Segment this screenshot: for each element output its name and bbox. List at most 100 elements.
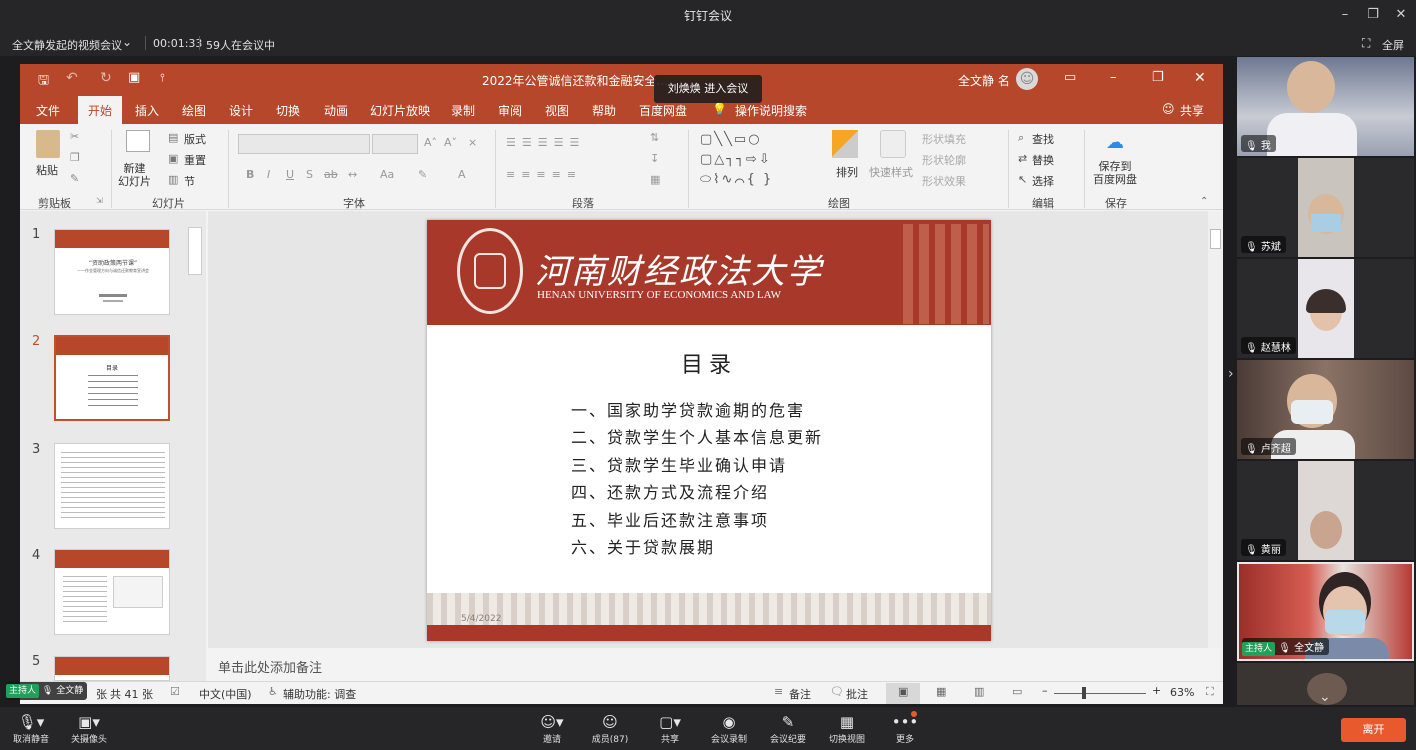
zoom-slider[interactable] xyxy=(1054,693,1146,694)
shape-fill-button[interactable]: 形状填充 xyxy=(922,131,966,147)
accessibility-status[interactable]: 辅助功能: 调查 xyxy=(283,686,356,702)
more-button[interactable]: ••• 更多 xyxy=(890,712,920,745)
clear-format-icon[interactable]: ⨯ xyxy=(468,136,477,149)
quick-styles-icon[interactable] xyxy=(880,130,906,158)
align-text-icon[interactable]: ↧ xyxy=(650,152,659,165)
list-icons[interactable]: ☰☰☰☰☰ xyxy=(506,136,585,149)
fullscreen-icon[interactable]: ⛶ xyxy=(1362,36,1370,51)
font-size-select[interactable] xyxy=(372,134,418,154)
shape-effects-button[interactable]: 形状效果 xyxy=(922,173,966,189)
dialog-launcher-icon[interactable]: ⇲ xyxy=(96,196,103,205)
present-icon[interactable]: ▣ xyxy=(128,70,140,85)
tab-record[interactable]: 录制 xyxy=(451,102,475,119)
slide-canvas[interactable]: 河南财经政法大学 HENAN UNIVERSITY OF ECONOMICS A… xyxy=(427,220,991,641)
qat-more-icon[interactable]: ⫯ xyxy=(160,71,165,85)
shape-outline-button[interactable]: 形状轮廓 xyxy=(922,152,966,168)
slide-thumbnail-5[interactable] xyxy=(54,656,170,681)
slide-thumbnail-1[interactable]: “资助政策两节课” ——作金管理方向与诚信还款教育宣讲会 xyxy=(54,229,170,315)
scrollbar-thumb[interactable] xyxy=(1210,229,1221,249)
zoom-level[interactable]: 63% xyxy=(1170,686,1194,699)
collapse-panel-icon[interactable]: › xyxy=(1228,366,1234,382)
video-tile[interactable]: 🎙 赵慧林 xyxy=(1237,259,1414,358)
switch-view-button[interactable]: ▦ 切换视图 xyxy=(824,712,870,745)
slide-thumbnail-2[interactable]: 目录 xyxy=(54,335,170,421)
new-slide-icon[interactable] xyxy=(126,130,150,152)
font-color-icon[interactable]: A xyxy=(458,168,466,181)
leave-button[interactable]: 离开 xyxy=(1341,718,1406,742)
members-button[interactable]: ☺ 成员(87) xyxy=(588,712,632,745)
undo-icon[interactable]: ↶ xyxy=(66,70,78,86)
share-button[interactable]: 共享 xyxy=(1180,102,1204,119)
thumbnail-scrollbar[interactable] xyxy=(188,227,202,275)
record-button[interactable]: ◉ 会议录制 xyxy=(706,712,752,745)
minutes-button[interactable]: ✎ 会议纪要 xyxy=(765,712,811,745)
video-tile[interactable]: 🎙 苏斌 xyxy=(1237,158,1414,257)
zoom-out-icon[interactable]: – xyxy=(1042,684,1048,697)
minimize-icon[interactable]: – xyxy=(1336,6,1354,24)
vertical-scrollbar[interactable] xyxy=(1208,211,1223,648)
underline-icon[interactable]: U xyxy=(286,168,294,181)
close-icon[interactable]: ✕ xyxy=(1194,70,1206,86)
select-button[interactable]: 选择 xyxy=(1032,173,1054,189)
save-icon[interactable]: 🖫 xyxy=(38,71,49,93)
video-tile-active-speaker[interactable]: 主持人 🎙 全文静 xyxy=(1237,562,1414,661)
tab-home[interactable]: 开始 xyxy=(88,102,112,119)
tab-draw[interactable]: 绘图 xyxy=(182,102,206,119)
italic-icon[interactable]: I xyxy=(267,168,270,181)
save-to-baidu-button[interactable]: 保存到 百度网盘 xyxy=(1093,160,1137,186)
reading-view-icon[interactable]: ▥ xyxy=(974,685,984,698)
meeting-name[interactable]: 全文静发起的视频会议 xyxy=(12,37,122,53)
copy-icon[interactable]: ❐ xyxy=(70,151,80,164)
minimize-icon[interactable]: – xyxy=(1110,70,1117,85)
invite-button[interactable]: ☺▾ 邀请 xyxy=(534,712,570,745)
align-icons[interactable]: ≡≡≡≡≡ xyxy=(506,168,582,181)
font-family-select[interactable] xyxy=(238,134,370,154)
text-direction-icon[interactable]: ⇅ xyxy=(650,131,659,144)
slide-sorter-icon[interactable]: ▦ xyxy=(936,685,946,698)
new-slide-button[interactable]: 新建 幻灯片 xyxy=(118,162,151,188)
tab-design[interactable]: 设计 xyxy=(229,102,253,119)
tab-view[interactable]: 视图 xyxy=(545,102,569,119)
ppt-user-name[interactable]: 全文静 名 xyxy=(958,72,1010,89)
ribbon-display-icon[interactable]: ▭ xyxy=(1064,70,1076,85)
format-painter-icon[interactable]: ✎ xyxy=(70,172,79,185)
close-icon[interactable]: ✕ xyxy=(1392,6,1410,24)
cut-icon[interactable]: ✂ xyxy=(70,130,79,143)
restore-icon[interactable]: ❐ xyxy=(1152,70,1164,85)
slideshow-icon[interactable]: ▭ xyxy=(1012,685,1022,698)
tab-animations[interactable]: 动画 xyxy=(324,102,348,119)
restore-icon[interactable]: ❐ xyxy=(1364,6,1382,24)
redo-icon[interactable]: ↻ xyxy=(100,70,112,86)
zoom-in-icon[interactable]: + xyxy=(1152,684,1161,697)
chevron-down-icon[interactable]: ⌄ xyxy=(1319,689,1331,705)
video-tile[interactable]: 🎙 黄丽 xyxy=(1237,461,1414,560)
shape-gallery[interactable]: ▢╲╲▭○ ▢△┐┐⇨⇩ ⬭⌇∿⌒{ } xyxy=(700,130,820,190)
slide-thumbnail-3[interactable] xyxy=(54,443,170,529)
shadow-icon[interactable]: S xyxy=(306,168,313,181)
highlight-icon[interactable]: ✎ xyxy=(418,168,427,181)
layout-button[interactable]: 版式 xyxy=(184,131,206,147)
mute-button[interactable]: 🎙▾ 取消静音 xyxy=(10,712,52,745)
video-tile-partial[interactable]: ⌄ xyxy=(1237,663,1414,705)
grow-font-icon[interactable]: A˄ xyxy=(424,136,437,149)
bold-icon[interactable]: B xyxy=(246,168,254,181)
slide-thumbnails[interactable]: 1 “资助政策两节课” ——作金管理方向与诚信还款教育宣讲会 2 目录 3 4 xyxy=(20,211,206,681)
chevron-down-icon[interactable]: ⌄ xyxy=(122,35,132,49)
comments-toggle[interactable]: 批注 xyxy=(846,686,868,702)
spellcheck-icon[interactable]: ☑ xyxy=(170,685,180,698)
notes-placeholder[interactable]: 单击此处添加备注 xyxy=(218,657,322,676)
baidu-cloud-icon[interactable]: ☁ xyxy=(1106,132,1124,153)
slide-thumbnail-4[interactable] xyxy=(54,549,170,635)
tell-me-search[interactable]: 操作说明搜索 xyxy=(735,102,807,119)
find-button[interactable]: 查找 xyxy=(1032,131,1054,147)
strikethrough-icon[interactable]: ab xyxy=(324,168,338,181)
tab-insert[interactable]: 插入 xyxy=(135,102,159,119)
arrange-button[interactable]: 排列 xyxy=(836,164,858,180)
video-tile[interactable]: 🎙 我 xyxy=(1237,57,1414,156)
clipboard-icon[interactable] xyxy=(36,130,60,158)
replace-button[interactable]: 替换 xyxy=(1032,152,1054,168)
video-tile[interactable]: 🎙 卢齐超 xyxy=(1237,360,1414,459)
notes-toggle[interactable]: 备注 xyxy=(789,686,811,702)
tab-help[interactable]: 帮助 xyxy=(592,102,616,119)
section-button[interactable]: 节 xyxy=(184,173,195,189)
